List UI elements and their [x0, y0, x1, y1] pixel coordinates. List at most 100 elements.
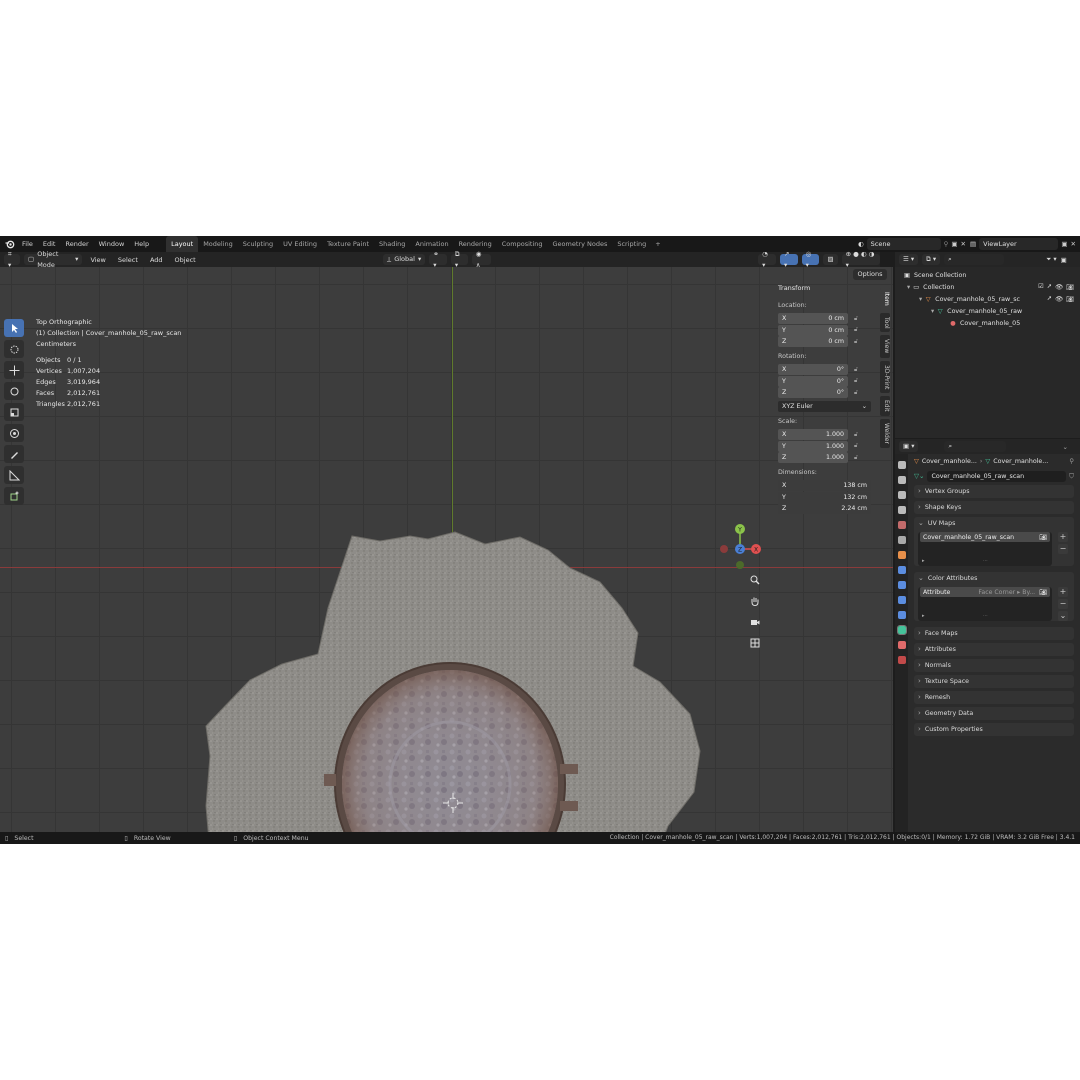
delete-scene-icon[interactable]: ✕	[961, 240, 966, 248]
tab-3d-print[interactable]: 3D-Print	[880, 360, 890, 393]
expand-arrow-icon[interactable]: ▾	[931, 308, 934, 315]
lock-icon[interactable]: 🔓︎	[854, 442, 864, 450]
tab-tool[interactable]: Tool	[880, 312, 890, 333]
lock-icon[interactable]: 🔓︎	[854, 338, 864, 346]
lock-icon[interactable]: 🔓︎	[854, 431, 864, 439]
panel-remesh[interactable]: Remesh	[914, 691, 1074, 704]
breadcrumb-mesh[interactable]: Cover_manhole...	[993, 458, 1048, 465]
camera-icon[interactable]: 📷︎	[1039, 588, 1047, 596]
scale-y-field[interactable]: Y 1.000	[778, 440, 848, 452]
panel-geometry-data[interactable]: Geometry Data	[914, 707, 1074, 720]
eye-icon[interactable]: 👁︎	[1055, 295, 1063, 303]
resize-handle-icon[interactable]: ⋯	[983, 613, 988, 619]
new-viewlayer-icon[interactable]: ▣	[1061, 240, 1067, 248]
tab-uv-editing[interactable]: UV Editing	[278, 236, 322, 252]
panel-vertex-groups[interactable]: Vertex Groups	[914, 485, 1074, 498]
cursor-tool-button[interactable]	[4, 340, 24, 358]
shading-modes[interactable]: ⊕ ● ◐ ◑ ▾	[841, 250, 881, 269]
output-tab-icon[interactable]	[897, 491, 906, 499]
dimension-z-field[interactable]: Z 2.24 cm	[778, 503, 871, 514]
dimension-y-field[interactable]: Y 132 cm	[778, 491, 871, 503]
tab-shading[interactable]: Shading	[374, 236, 410, 252]
menu-file[interactable]: File	[17, 240, 38, 248]
menu-select[interactable]: Select	[114, 256, 142, 264]
lock-icon[interactable]: 🔓︎	[854, 326, 864, 334]
panel-header[interactable]: Custom Properties	[914, 723, 1074, 736]
select-tool-button[interactable]	[4, 319, 24, 337]
lock-icon[interactable]: 🔓︎	[854, 315, 864, 323]
options-button[interactable]: Options	[853, 269, 887, 280]
select-arrow-icon[interactable]: ➚	[1047, 295, 1052, 303]
panel-header[interactable]: Remesh	[914, 691, 1074, 704]
tab-geometry-nodes[interactable]: Geometry Nodes	[548, 236, 613, 252]
tab-texture-paint[interactable]: Texture Paint	[322, 236, 374, 252]
modifier-tab-icon[interactable]	[897, 566, 906, 574]
pin-icon[interactable]: ⚲	[1069, 458, 1074, 465]
menu-add[interactable]: Add	[146, 256, 167, 264]
lock-icon[interactable]: 🔓︎	[854, 377, 864, 385]
menu-object[interactable]: Object	[171, 256, 200, 264]
scale-tool-button[interactable]	[4, 403, 24, 421]
add-item-button[interactable]: +	[1058, 587, 1068, 597]
panel-header[interactable]: UV Maps	[914, 517, 1074, 530]
menu-render[interactable]: Render	[60, 240, 93, 248]
tab-edit[interactable]: Edit	[880, 395, 890, 416]
camera-view-icon[interactable]	[748, 615, 762, 629]
panel-texture-space[interactable]: Texture Space	[914, 675, 1074, 688]
tab-layout[interactable]: Layout	[166, 236, 199, 252]
editor-type-button[interactable]: ⌗ ▾	[4, 250, 21, 269]
scene-icon[interactable]: ◐	[858, 240, 864, 248]
rotation-y-field[interactable]: Y 0°	[778, 375, 848, 387]
physics-tab-icon[interactable]	[897, 596, 906, 604]
tab-sculpting[interactable]: Sculpting	[238, 236, 278, 252]
uv-map-list[interactable]: Cover_manhole_05_raw_scan 📷︎ ▸ ⋯ + −	[918, 532, 1068, 566]
panel-header[interactable]: Face Maps	[914, 627, 1074, 640]
lock-icon[interactable]: 🔓︎	[854, 454, 864, 462]
tab-welder[interactable]: Welder	[880, 418, 890, 448]
scale-x-field[interactable]: X 1.000	[778, 429, 848, 440]
expand-arrow-icon[interactable]: ▾	[919, 296, 922, 303]
dimension-x-field[interactable]: X 138 cm	[778, 480, 871, 491]
camera-icon[interactable]: 📷︎	[1066, 283, 1074, 291]
filter-icon[interactable]: ⏷ ▾	[1046, 255, 1057, 264]
expand-arrow-icon[interactable]: ▾	[907, 284, 910, 291]
add-item-button[interactable]: +	[1058, 532, 1068, 542]
menu-edit[interactable]: Edit	[38, 240, 61, 248]
orientation-selector[interactable]: ⟂ Global ▾	[382, 254, 426, 265]
lock-icon[interactable]: 🔓︎	[854, 389, 864, 397]
measure-tool-button[interactable]	[4, 466, 24, 484]
camera-icon[interactable]: 📷︎	[1066, 295, 1074, 303]
remove-item-button[interactable]: −	[1058, 599, 1068, 609]
tab-animation[interactable]: Animation	[410, 236, 453, 252]
view-layer-tab-icon[interactable]	[897, 506, 906, 514]
transform-panel-title[interactable]: Transform	[778, 284, 874, 292]
checkbox-icon[interactable]: ☑	[1038, 283, 1044, 291]
world-tab-icon[interactable]	[897, 536, 906, 544]
tool-tab-icon[interactable]	[897, 461, 906, 469]
location-y-field[interactable]: Y 0 cm	[778, 324, 848, 336]
mesh-data-icon[interactable]: ▽⌄	[914, 472, 924, 480]
xray-toggle[interactable]: ▨	[823, 254, 838, 265]
mesh-data-tab-icon[interactable]	[896, 625, 907, 635]
viewlayer-field[interactable]: ViewLayer	[979, 238, 1059, 250]
properties-editor-type-button[interactable]: ▣ ▾	[899, 441, 919, 452]
chevron-down-icon[interactable]: ⌄	[1058, 611, 1068, 621]
eye-icon[interactable]: 👁︎	[1055, 283, 1063, 291]
viewlayer-icon[interactable]: ▤	[970, 240, 976, 248]
menu-window[interactable]: Window	[94, 240, 130, 248]
outliner-row-mesh[interactable]: ▾ ▽ Cover_manhole_05_raw	[895, 305, 1080, 317]
proportional-edit-toggle[interactable]: ◉ ∧	[471, 250, 491, 269]
list-item[interactable]: Attribute Face Corner ▸ By... 📷︎	[920, 587, 1050, 597]
resize-handle-icon[interactable]: ⋯	[983, 558, 988, 564]
camera-icon[interactable]: 📷︎	[1039, 533, 1047, 541]
panel-attributes[interactable]: Attributes	[914, 643, 1074, 656]
navigation-gizmo[interactable]: Y X Z	[716, 522, 766, 574]
outliner-row-collection[interactable]: ▾ ▭ Collection ☑ ➚ 👁︎ 📷︎	[895, 281, 1080, 293]
scene-field[interactable]: Scene	[866, 238, 941, 250]
annotate-tool-button[interactable]	[4, 445, 24, 463]
menu-help[interactable]: Help	[129, 240, 154, 248]
rotation-z-field[interactable]: Z 0°	[778, 387, 848, 398]
pin-icon[interactable]: ⚲	[944, 240, 949, 248]
panel-header[interactable]: Geometry Data	[914, 707, 1074, 720]
scale-z-field[interactable]: Z 1.000	[778, 452, 848, 463]
